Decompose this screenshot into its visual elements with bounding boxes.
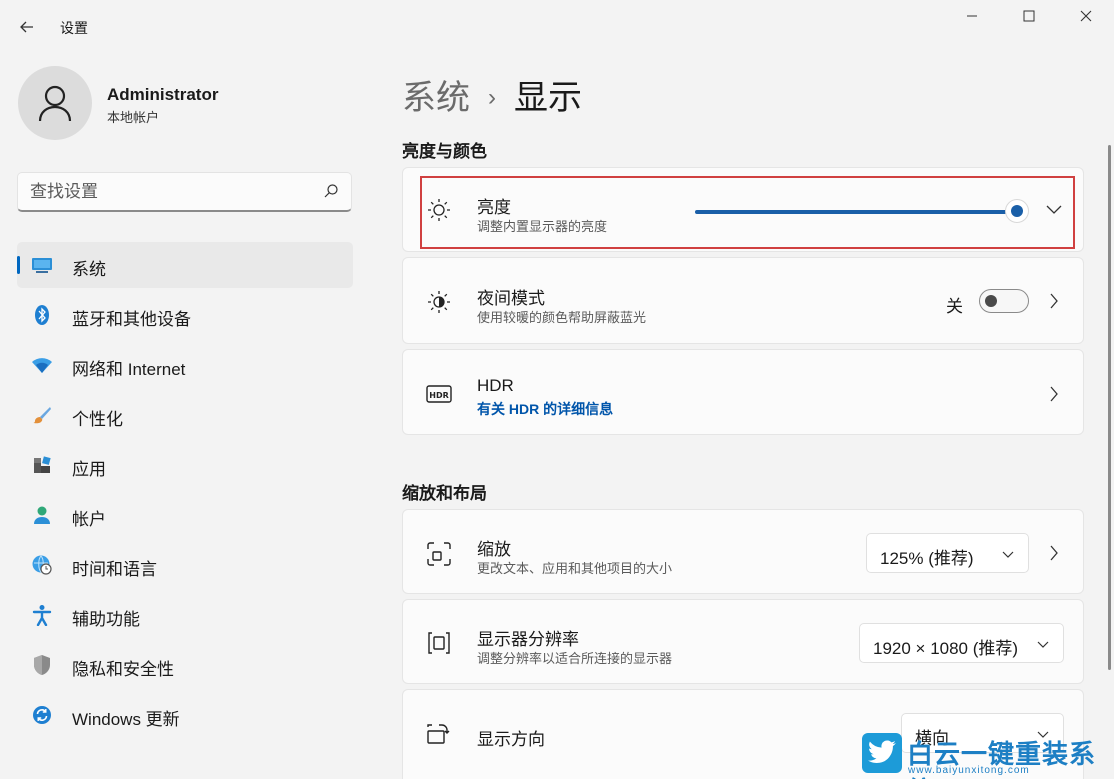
back-button[interactable] <box>12 12 42 42</box>
sidebar-item-label: 个性化 <box>72 405 123 430</box>
page-title: 显示 <box>514 79 582 117</box>
sidebar-item-time-language[interactable]: 时间和语言 <box>17 542 353 588</box>
hdr-card[interactable]: HDR HDR 有关 HDR 的详细信息 <box>402 349 1084 435</box>
twitter-bird-icon <box>862 733 902 773</box>
scale-dropdown[interactable]: 125% (推荐) <box>866 533 1029 573</box>
night-light-toggle[interactable] <box>979 289 1029 313</box>
brightness-slider-track[interactable] <box>695 210 1015 214</box>
sidebar-item-label: 应用 <box>72 455 106 480</box>
back-arrow-icon <box>19 19 35 35</box>
update-icon <box>31 704 53 726</box>
breadcrumb-parent[interactable]: 系统 <box>402 79 470 117</box>
sidebar-item-privacy[interactable]: 隐私和安全性 <box>17 642 353 688</box>
apps-icon <box>31 454 53 476</box>
scrollbar[interactable] <box>1108 145 1111 670</box>
hdr-info-link[interactable]: 有关 HDR 的详细信息 <box>477 399 613 419</box>
search-input[interactable] <box>30 181 310 203</box>
night-light-description: 使用较暖的颜色帮助屏蔽蓝光 <box>477 307 646 326</box>
sidebar-item-label: 系统 <box>72 255 106 280</box>
scale-title: 缩放 <box>477 535 511 560</box>
sidebar-item-label: 网络和 Internet <box>72 355 185 380</box>
chevron-right-icon[interactable] <box>1044 543 1064 563</box>
sidebar-nav: 系统 蓝牙和其他设备 网络和 Internet 个性化 应用 <box>17 242 353 742</box>
sidebar-item-label: 帐户 <box>72 505 106 530</box>
user-name: Administrator <box>107 85 218 105</box>
scale-dropdown-value: 125% (推荐) <box>880 544 974 569</box>
user-icon <box>37 83 73 123</box>
chevron-down-icon[interactable] <box>1044 200 1064 220</box>
maximize-icon <box>1023 10 1035 22</box>
close-icon <box>1080 10 1092 22</box>
account-type: 本地帐户 <box>107 107 159 126</box>
brightness-slider-thumb[interactable] <box>1005 199 1029 223</box>
brush-icon <box>31 404 53 426</box>
svg-text:HDR: HDR <box>429 391 449 400</box>
sidebar-item-network[interactable]: 网络和 Internet <box>17 342 353 388</box>
sidebar-item-label: 时间和语言 <box>72 555 157 580</box>
maximize-button[interactable] <box>1001 0 1057 32</box>
hdr-icon: HDR <box>425 380 453 408</box>
breadcrumb: 系统 › 显示 <box>402 70 582 119</box>
shield-icon <box>31 654 53 676</box>
sidebar-item-label: 隐私和安全性 <box>72 655 174 680</box>
accessibility-icon <box>31 604 53 626</box>
breadcrumb-separator: › <box>488 84 496 112</box>
person-icon <box>31 504 53 526</box>
section-title-brightness-color: 亮度与颜色 <box>402 137 487 162</box>
title-bar: 设置 <box>0 0 1114 52</box>
watermark-url: www.baiyunxitong.com <box>908 765 1030 776</box>
resolution-description: 调整分辨率以适合所连接的显示器 <box>477 648 672 667</box>
watermark: 白云一键重装系统 www.baiyunxitong.com <box>862 733 1112 779</box>
sidebar-item-bluetooth[interactable]: 蓝牙和其他设备 <box>17 292 353 338</box>
sidebar-item-accessibility[interactable]: 辅助功能 <box>17 592 353 638</box>
scale-card[interactable]: 缩放 更改文本、应用和其他项目的大小 125% (推荐) <box>402 509 1084 594</box>
avatar[interactable] <box>18 66 92 140</box>
chevron-right-icon[interactable] <box>1044 384 1064 404</box>
app-title: 设置 <box>60 18 88 38</box>
resolution-card[interactable]: 显示器分辨率 调整分辨率以适合所连接的显示器 1920 × 1080 (推荐) <box>402 599 1084 684</box>
sidebar-item-label: 蓝牙和其他设备 <box>72 305 191 330</box>
close-button[interactable] <box>1058 0 1114 32</box>
orientation-icon <box>425 721 453 749</box>
brightness-title: 亮度 <box>477 193 511 218</box>
sidebar-item-apps[interactable]: 应用 <box>17 442 353 488</box>
globe-clock-icon <box>31 554 53 576</box>
sidebar-item-label: Windows 更新 <box>72 705 180 730</box>
search-icon[interactable] <box>323 183 339 204</box>
resolution-title: 显示器分辨率 <box>477 625 579 650</box>
sun-icon <box>425 196 453 224</box>
sidebar-item-windows-update[interactable]: Windows 更新 <box>17 692 353 738</box>
scale-description: 更改文本、应用和其他项目的大小 <box>477 558 672 577</box>
minimize-button[interactable] <box>944 0 1000 32</box>
minimize-icon <box>966 10 978 22</box>
brightness-description: 调整内置显示器的亮度 <box>477 216 607 235</box>
orientation-title: 显示方向 <box>477 725 545 750</box>
section-title-scale-layout: 缩放和布局 <box>402 479 487 504</box>
resolution-dropdown[interactable]: 1920 × 1080 (推荐) <box>859 623 1064 663</box>
scale-icon <box>425 540 453 568</box>
resolution-dropdown-value: 1920 × 1080 (推荐) <box>873 634 1018 659</box>
sidebar-item-label: 辅助功能 <box>72 605 140 630</box>
resolution-icon <box>425 629 453 657</box>
monitor-icon <box>31 254 53 276</box>
sidebar-item-accounts[interactable]: 帐户 <box>17 492 353 538</box>
sidebar-item-system[interactable]: 系统 <box>17 242 353 288</box>
wifi-icon <box>31 354 53 376</box>
sidebar: Administrator 本地帐户 系统 蓝牙和其他设备 网络和 Intern… <box>0 52 370 779</box>
bluetooth-icon <box>31 304 53 326</box>
night-light-title: 夜间模式 <box>477 284 545 309</box>
hdr-title: HDR <box>477 376 514 396</box>
brightness-card[interactable]: 亮度 调整内置显示器的亮度 <box>402 167 1084 252</box>
search-box[interactable] <box>17 172 352 212</box>
chevron-down-icon <box>1037 636 1049 654</box>
sidebar-item-personalization[interactable]: 个性化 <box>17 392 353 438</box>
night-light-icon <box>425 288 453 316</box>
night-light-card[interactable]: 夜间模式 使用较暖的颜色帮助屏蔽蓝光 关 <box>402 257 1084 344</box>
chevron-down-icon <box>1002 546 1014 564</box>
chevron-right-icon[interactable] <box>1044 291 1064 311</box>
night-light-state-label: 关 <box>946 292 963 317</box>
